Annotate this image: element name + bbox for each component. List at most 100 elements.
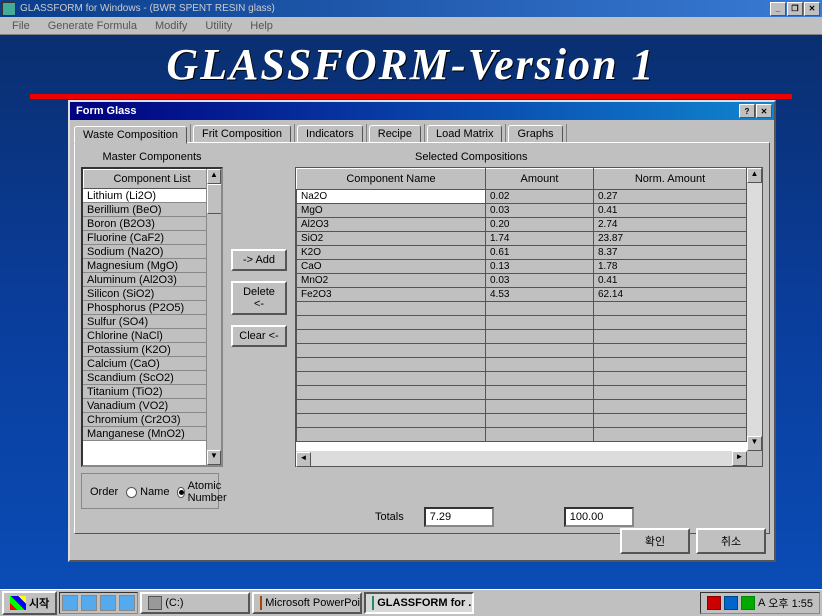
taskbar-task-glassform[interactable]: GLASSFORM for ... [364, 592, 474, 614]
table-row[interactable]: Na2O0.020.27 [297, 190, 747, 204]
list-item[interactable]: Sodium (Na2O) [83, 245, 221, 259]
totals-amount: 7.29 [424, 507, 494, 527]
taskbar: 시작 (C:) Microsoft PowerPoint ... GLASSFO… [0, 589, 822, 616]
scroll-left-icon[interactable]: ◄ [296, 452, 311, 467]
ok-button[interactable]: 확인 [620, 528, 690, 554]
scroll-right-icon[interactable]: ► [732, 451, 747, 466]
list-item[interactable]: Lithium (Li2O) [83, 189, 221, 203]
menu-file[interactable]: File [4, 18, 38, 34]
selected-compositions-grid[interactable]: Component Name Amount Norm. Amount Na2O0… [295, 167, 763, 467]
list-item[interactable]: Magnesium (MgO) [83, 259, 221, 273]
order-radio-name[interactable]: Name [126, 486, 169, 498]
scroll-down-icon[interactable]: ▼ [207, 450, 221, 465]
tab-waste-composition[interactable]: Waste Composition [74, 126, 187, 144]
table-row[interactable] [297, 428, 747, 442]
tray-icon[interactable] [707, 596, 721, 610]
list-item[interactable]: Calcium (CaO) [83, 357, 221, 371]
table-row[interactable]: K2O0.618.37 [297, 246, 747, 260]
menu-utility[interactable]: Utility [197, 18, 240, 34]
form-glass-dialog: Form Glass ? ✕ Waste Composition Frit Co… [68, 100, 776, 562]
app-icon [372, 596, 374, 610]
table-row[interactable] [297, 400, 747, 414]
list-item[interactable]: Titanium (TiO2) [83, 385, 221, 399]
scroll-thumb[interactable] [207, 184, 222, 214]
quicklaunch-icon[interactable] [62, 595, 78, 611]
scroll-up-icon[interactable]: ▲ [747, 168, 762, 183]
maximize-button[interactable]: ❐ [787, 2, 803, 16]
totals-norm: 100.00 [564, 507, 634, 527]
list-item[interactable]: Silicon (SiO2) [83, 287, 221, 301]
add-button[interactable]: -> Add [231, 249, 287, 271]
list-item[interactable]: Vanadium (VO2) [83, 399, 221, 413]
cancel-button[interactable]: 취소 [696, 528, 766, 554]
minimize-button[interactable]: _ [770, 2, 786, 16]
list-item[interactable]: Chromium (Cr2O3) [83, 413, 221, 427]
tab-graphs[interactable]: Graphs [508, 125, 562, 143]
menu-modify[interactable]: Modify [147, 18, 195, 34]
taskbar-task-powerpoint[interactable]: Microsoft PowerPoint ... [252, 592, 362, 614]
table-row[interactable] [297, 344, 747, 358]
tab-frit-composition[interactable]: Frit Composition [193, 125, 291, 143]
menu-help[interactable]: Help [242, 18, 281, 34]
list-item[interactable]: Scandium (ScO2) [83, 371, 221, 385]
component-listbox[interactable]: Component List Lithium (Li2O)Berillium (… [81, 167, 223, 467]
table-row[interactable] [297, 316, 747, 330]
page-heading: GLASSFORM-Version 1 [0, 39, 822, 90]
scroll-down-icon[interactable]: ▼ [747, 436, 762, 451]
clear-button[interactable]: Clear <- [231, 325, 287, 347]
quicklaunch-icon[interactable] [81, 595, 97, 611]
table-row[interactable] [297, 372, 747, 386]
table-row[interactable]: CaO0.131.78 [297, 260, 747, 274]
table-row[interactable] [297, 386, 747, 400]
grid-vscrollbar[interactable]: ▲ ▼ [747, 168, 762, 451]
dialog-help-button[interactable]: ? [739, 104, 755, 118]
app-titlebar: GLASSFORM for Windows - (BWR SPENT RESIN… [0, 0, 822, 17]
component-list-header: Component List [83, 169, 221, 189]
list-item[interactable]: Chlorine (NaCl) [83, 329, 221, 343]
list-item[interactable]: Manganese (MnO2) [83, 427, 221, 441]
order-radio-atomic[interactable]: Atomic Number [177, 480, 230, 504]
list-item[interactable]: Potassium (K2O) [83, 343, 221, 357]
menu-generate-formula[interactable]: Generate Formula [40, 18, 145, 34]
totals-label: Totals [375, 511, 404, 523]
list-item[interactable]: Phosphorus (P2O5) [83, 301, 221, 315]
table-row[interactable]: MnO20.030.41 [297, 274, 747, 288]
table-row[interactable]: Fe2O34.5362.14 [297, 288, 747, 302]
quicklaunch-icon[interactable] [119, 595, 135, 611]
table-row[interactable]: SiO21.7423.87 [297, 232, 747, 246]
tab-recipe[interactable]: Recipe [369, 125, 421, 143]
tab-strip: Waste Composition Frit Composition Indic… [70, 120, 774, 142]
tab-indicators[interactable]: Indicators [297, 125, 363, 143]
table-row[interactable] [297, 302, 747, 316]
close-button[interactable]: ✕ [804, 2, 820, 16]
order-legend: Order [90, 486, 118, 498]
scroll-up-icon[interactable]: ▲ [207, 169, 221, 184]
table-row[interactable] [297, 330, 747, 344]
list-item[interactable]: Boron (B2O3) [83, 217, 221, 231]
selected-compositions-label: Selected Compositions [415, 149, 763, 167]
start-button[interactable]: 시작 [2, 591, 57, 615]
quicklaunch-icon[interactable] [100, 595, 116, 611]
tab-load-matrix[interactable]: Load Matrix [427, 125, 502, 143]
tray-lang[interactable]: A [758, 597, 765, 609]
list-item[interactable]: Aluminum (Al2O3) [83, 273, 221, 287]
delete-button[interactable]: Delete <- [231, 281, 287, 315]
table-row[interactable]: MgO0.030.41 [297, 204, 747, 218]
heading-underline [30, 94, 792, 99]
list-item[interactable]: Sulfur (SO4) [83, 315, 221, 329]
table-row[interactable] [297, 414, 747, 428]
tray-icon[interactable] [741, 596, 755, 610]
list-item[interactable]: Fluorine (CaF2) [83, 231, 221, 245]
table-row[interactable] [297, 358, 747, 372]
grid-hscrollbar[interactable]: ◄ ► [296, 451, 762, 466]
list-item[interactable]: Berillium (BeO) [83, 203, 221, 217]
tray-icon[interactable] [724, 596, 738, 610]
taskbar-drive[interactable]: (C:) [140, 592, 250, 614]
dialog-close-button[interactable]: ✕ [756, 104, 772, 118]
windows-icon [10, 596, 26, 610]
drive-icon [148, 596, 162, 610]
component-list-scrollbar[interactable]: ▲ ▼ [206, 169, 221, 465]
system-tray: A 오후 1:55 [700, 592, 820, 614]
table-row[interactable]: Al2O30.202.74 [297, 218, 747, 232]
grid-header-norm: Norm. Amount [594, 169, 747, 190]
